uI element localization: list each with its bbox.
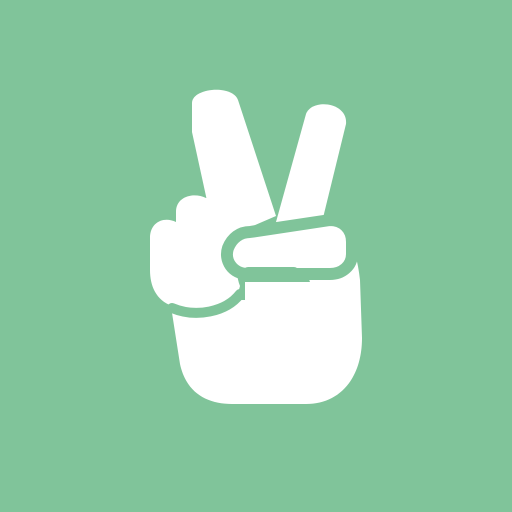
- app-icon: [0, 0, 512, 512]
- thumb: [221, 214, 358, 280]
- app-icon-graphic: [0, 0, 512, 512]
